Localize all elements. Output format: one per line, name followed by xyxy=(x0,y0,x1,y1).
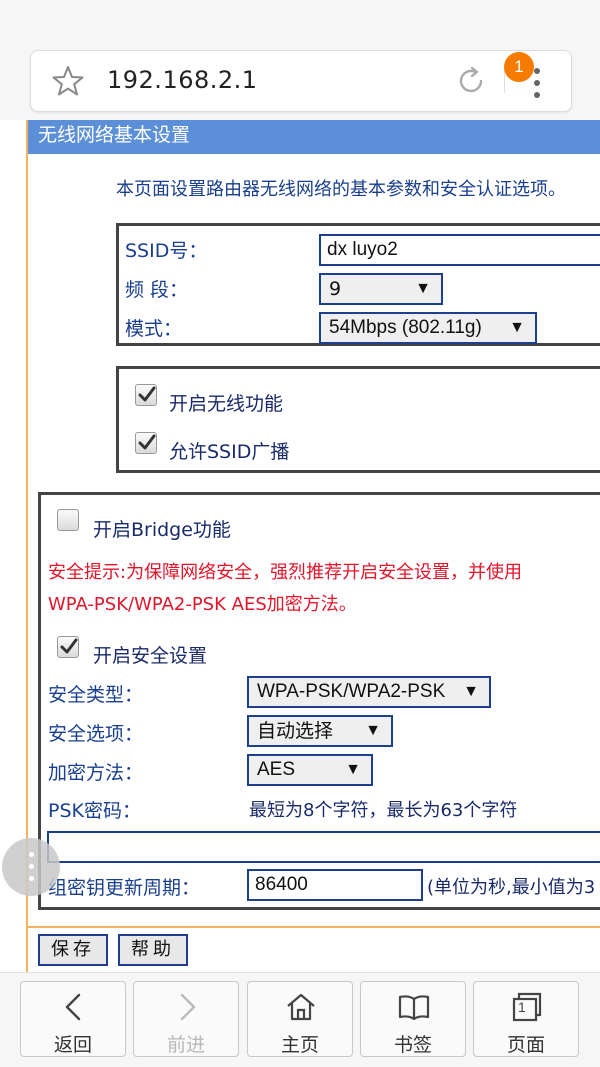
forward-label: 前进 xyxy=(166,1034,205,1056)
bridge-label: 开启Bridge功能 xyxy=(93,519,231,541)
security-option-label: 安全选项： xyxy=(48,723,144,745)
dropdown-arrow-icon: ▼ xyxy=(463,683,479,700)
bookmarks-label: 书签 xyxy=(393,1034,432,1056)
bookmarks-button[interactable]: 书签 xyxy=(360,981,466,1057)
security-settings-panel: 开启Bridge功能 安全提示:为保障网络安全，强烈推荐开启安全设置，并使用 W… xyxy=(38,492,600,910)
ssid-broadcast-label: 允许SSID广播 xyxy=(169,441,290,463)
encryption-value: AES xyxy=(257,759,296,780)
security-tip-line2: WPA-PSK/WPA2-PSK AES加密方法。 xyxy=(48,594,357,615)
dropdown-arrow-icon: ▼ xyxy=(345,761,361,778)
save-button[interactable]: 保存 xyxy=(38,934,108,966)
channel-select[interactable]: 9 ▼ xyxy=(319,273,443,305)
rekey-period-hint: (单位为秒,最小值为3 xyxy=(427,877,596,898)
dropdown-arrow-icon: ▼ xyxy=(365,722,381,739)
notification-badge[interactable]: 1 xyxy=(504,52,534,82)
pages-button[interactable]: 1 页面 xyxy=(473,981,579,1057)
enable-security-checkbox[interactable] xyxy=(57,636,79,658)
channel-label: 频 段： xyxy=(125,279,189,301)
psk-hint: 最短为8个字符，最长为63个字符 xyxy=(249,800,518,821)
security-type-value: WPA-PSK/WPA2-PSK xyxy=(257,681,446,702)
checkmark-icon xyxy=(138,434,156,450)
bookmark-star-icon[interactable] xyxy=(51,64,85,98)
psk-password-input[interactable] xyxy=(47,831,600,863)
dropdown-arrow-icon: ▼ xyxy=(509,319,525,336)
security-option-value: 自动选择 xyxy=(257,720,334,742)
rekey-period-label: 组密钥更新周期： xyxy=(48,877,201,899)
rekey-period-input[interactable]: 86400 xyxy=(247,869,423,901)
ssid-label: SSID号： xyxy=(125,240,208,262)
bottom-navigation: 返回 前进 主页 书签 1 页面 xyxy=(0,972,600,1067)
channel-select-value: 9 xyxy=(329,278,342,300)
back-button[interactable]: 返回 xyxy=(20,981,126,1057)
checkmark-icon xyxy=(60,638,78,654)
reload-icon[interactable] xyxy=(454,64,488,98)
page-count: 1 xyxy=(518,999,526,1015)
wireless-toggles-panel: 开启无线功能 允许SSID广播 xyxy=(116,366,600,473)
help-button[interactable]: 帮助 xyxy=(118,934,188,966)
address-bar[interactable]: 192.168.2.1 xyxy=(30,50,572,112)
browser-toolbar: 192.168.2.1 1 xyxy=(0,0,600,120)
home-label: 主页 xyxy=(280,1034,319,1056)
security-type-select[interactable]: WPA-PSK/WPA2-PSK ▼ xyxy=(247,676,491,708)
page-title: 无线网络基本设置 xyxy=(28,120,600,154)
encryption-select[interactable]: AES ▼ xyxy=(247,754,373,786)
ssid-input[interactable]: dx luyo2 xyxy=(319,234,600,266)
pages-tabs-icon xyxy=(512,992,542,1022)
home-button[interactable]: 主页 xyxy=(247,981,353,1057)
back-label: 返回 xyxy=(53,1034,92,1056)
mode-label: 模式： xyxy=(125,318,183,340)
checkmark-icon xyxy=(138,386,156,402)
page-intro: 本页面设置路由器无线网络的基本参数和安全认证选项。 xyxy=(116,179,566,200)
security-tip-line1: 安全提示:为保障网络安全，强烈推荐开启安全设置，并使用 xyxy=(48,562,523,583)
bookmarks-book-icon xyxy=(398,995,430,1021)
bridge-checkbox[interactable] xyxy=(57,509,79,531)
security-option-select[interactable]: 自动选择 ▼ xyxy=(247,715,393,747)
enable-wireless-checkbox[interactable] xyxy=(135,384,157,406)
web-page: 无线网络基本设置 本页面设置路由器无线网络的基本参数和安全认证选项。 SSID号… xyxy=(0,120,600,972)
enable-wireless-label: 开启无线功能 xyxy=(169,393,284,415)
mode-select-value: 54Mbps (802.11g) xyxy=(329,317,482,338)
forward-button[interactable]: 前进 xyxy=(133,981,239,1057)
encryption-label: 加密方法： xyxy=(48,762,144,784)
psk-label: PSK密码： xyxy=(48,800,141,822)
dropdown-arrow-icon: ▼ xyxy=(415,280,431,297)
forward-arrow-icon xyxy=(180,993,196,1021)
security-type-label: 安全类型： xyxy=(48,684,144,706)
floating-menu-handle[interactable] xyxy=(2,838,60,896)
basic-settings-panel: SSID号： dx luyo2 频 段： 9 ▼ 模式： 54Mbps (802… xyxy=(116,223,600,346)
url-text[interactable]: 192.168.2.1 xyxy=(107,66,258,94)
pages-label: 页面 xyxy=(506,1034,545,1056)
back-arrow-icon xyxy=(65,993,81,1021)
page-footer-divider xyxy=(28,926,600,928)
mode-select[interactable]: 54Mbps (802.11g) ▼ xyxy=(319,312,537,344)
home-icon xyxy=(287,993,315,1021)
ssid-broadcast-checkbox[interactable] xyxy=(135,432,157,454)
enable-security-label: 开启安全设置 xyxy=(93,645,208,667)
